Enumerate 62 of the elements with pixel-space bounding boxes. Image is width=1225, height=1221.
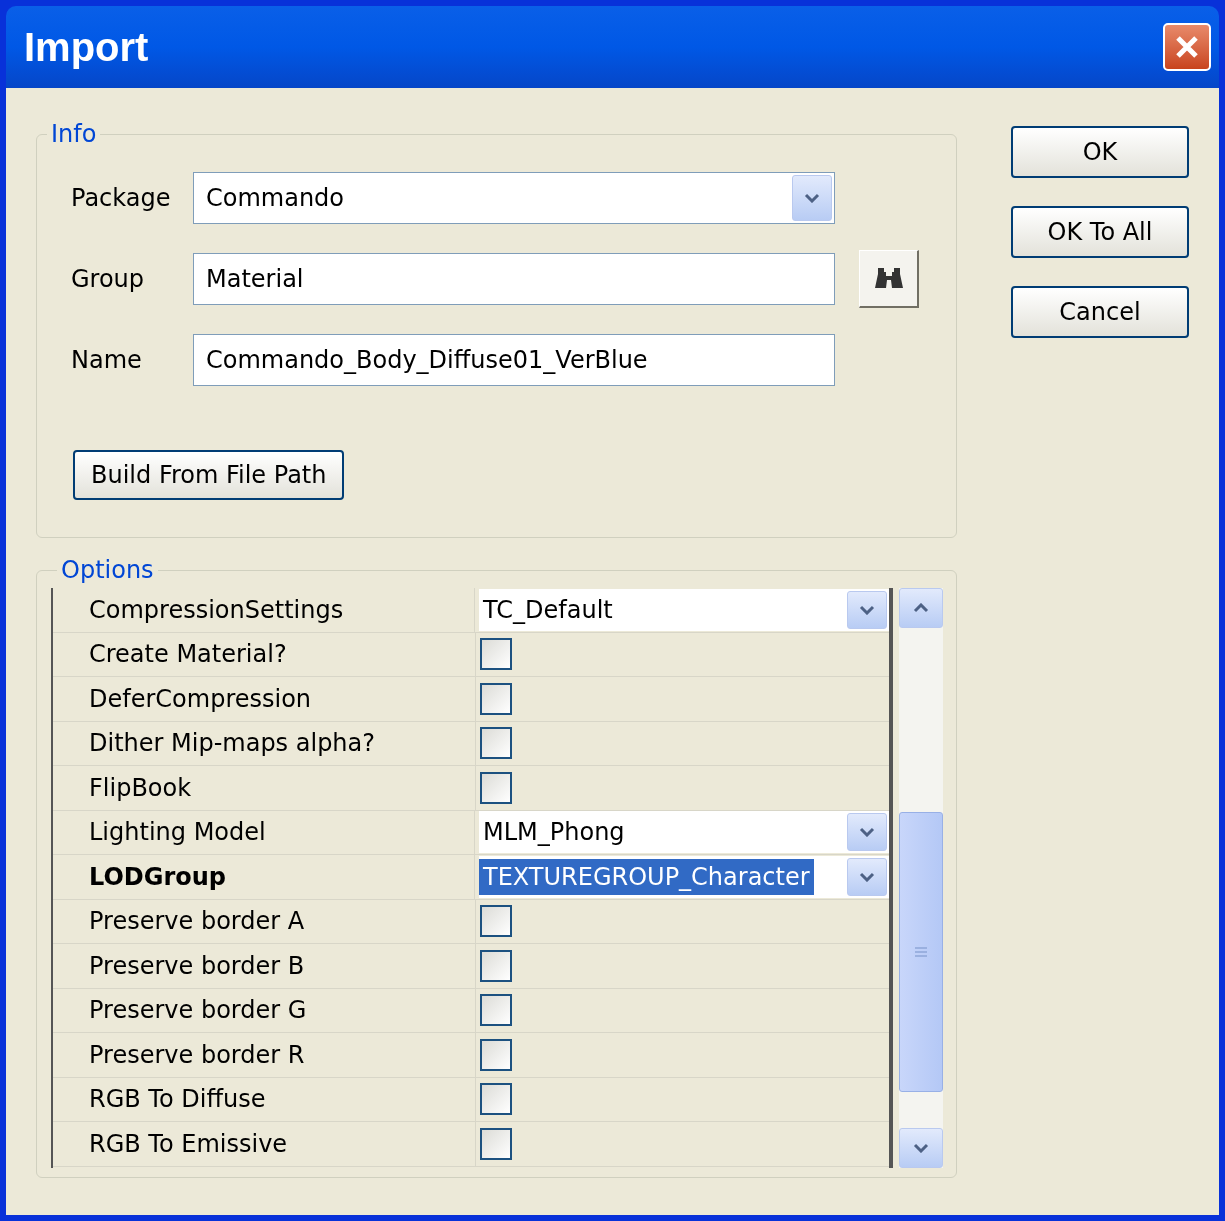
dropdown-value: TEXTUREGROUP_Character: [479, 858, 814, 895]
package-dropdown[interactable]: Commando: [193, 172, 835, 224]
chevron-down-icon: [859, 604, 875, 615]
property-dropdown[interactable]: MLM_Phong: [479, 811, 889, 854]
checkbox[interactable]: [480, 771, 512, 804]
property-label: CompressionSettings: [88, 594, 345, 626]
dropdown-value: TC_Default: [482, 594, 614, 626]
dropdown-button[interactable]: [847, 590, 887, 629]
checkbox[interactable]: [480, 1083, 512, 1116]
chevron-down-icon: [859, 827, 875, 838]
scroll-up-button[interactable]: [899, 588, 943, 628]
checkbox[interactable]: [480, 727, 512, 760]
scrollbar[interactable]: [899, 588, 943, 1168]
browse-button[interactable]: [859, 250, 919, 308]
scroll-thumb[interactable]: [899, 812, 943, 1092]
checkbox[interactable]: [480, 994, 512, 1027]
dropdown-button[interactable]: [792, 175, 832, 221]
scroll-down-button[interactable]: [899, 1128, 943, 1168]
checkbox[interactable]: [480, 905, 512, 938]
property-label: Preserve border G: [88, 995, 308, 1027]
field-label: Name: [70, 345, 143, 376]
dropdown-value: MLM_Phong: [482, 817, 626, 849]
group-legend: Info: [47, 116, 101, 152]
window-title: Import: [24, 24, 149, 71]
property-label: DeferCompression: [88, 683, 313, 715]
close-button[interactable]: [1163, 23, 1211, 71]
field-value: Commando_Body_Diffuse01_VerBlue: [205, 345, 649, 376]
dialog-button[interactable]: OK To All: [1011, 206, 1189, 258]
chevron-up-icon: [913, 603, 929, 613]
field-label: Package: [70, 183, 172, 214]
build-from-file-path-button[interactable]: Build From File Path: [73, 450, 345, 500]
property-label: LODGroup: [88, 861, 228, 893]
field-label: Group: [70, 264, 146, 295]
checkbox[interactable]: [480, 638, 512, 671]
dropdown-button[interactable]: [847, 857, 887, 896]
chevron-down-icon: [804, 193, 820, 203]
group-legend: Options: [57, 552, 158, 588]
property-label: Lighting Model: [88, 817, 267, 849]
chevron-down-icon: [859, 871, 875, 882]
property-label: RGB To Emissive: [88, 1128, 289, 1160]
property-label: RGB To Diffuse: [88, 1084, 267, 1116]
dialog-button[interactable]: Cancel: [1011, 286, 1189, 338]
chevron-down-icon: [913, 1143, 929, 1153]
checkbox[interactable]: [480, 1038, 512, 1071]
field-value: Material: [205, 264, 305, 295]
property-label: Preserve border R: [88, 1039, 306, 1071]
property-label: Preserve border A: [88, 906, 306, 938]
property-dropdown[interactable]: TC_Default: [479, 588, 889, 631]
property-label: Dither Mip-maps alpha?: [88, 728, 377, 760]
dropdown-button[interactable]: [847, 813, 887, 852]
field-value: Commando: [205, 183, 346, 214]
name-field[interactable]: Commando_Body_Diffuse01_VerBlue: [193, 334, 835, 386]
group-field[interactable]: Material: [193, 253, 835, 305]
grip-icon: [914, 947, 928, 957]
dialog-button[interactable]: OK: [1011, 126, 1189, 178]
checkbox[interactable]: [480, 949, 512, 982]
property-dropdown[interactable]: TEXTUREGROUP_Character: [479, 855, 889, 898]
property-label: FlipBook: [88, 772, 193, 804]
checkbox[interactable]: [480, 682, 512, 715]
checkbox[interactable]: [480, 1127, 512, 1160]
property-label: Create Material?: [88, 639, 288, 671]
property-label: Preserve border B: [88, 950, 306, 982]
